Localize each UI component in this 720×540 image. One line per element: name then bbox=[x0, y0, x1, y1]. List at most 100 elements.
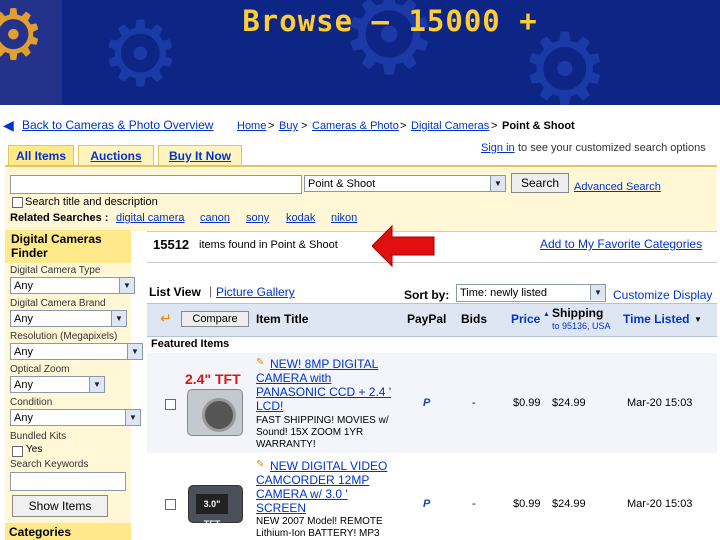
paypal-icon: P bbox=[423, 397, 431, 409]
item-bids: - bbox=[472, 498, 476, 510]
search-button[interactable]: Search bbox=[511, 173, 569, 193]
finder-field-label: Condition bbox=[10, 397, 53, 408]
tab-buy-it-now[interactable]: Buy It Now bbox=[158, 145, 242, 166]
picture-gallery-link[interactable]: Picture Gallery bbox=[216, 285, 295, 299]
optical-zoom-select[interactable]: Any ▼ bbox=[10, 376, 105, 393]
chevron-down-icon: ▼ bbox=[127, 344, 142, 359]
item-price: $0.99 bbox=[513, 498, 541, 510]
sign-in-link[interactable]: Sign in bbox=[481, 142, 515, 154]
item-title-link[interactable]: CAMCORDER 12MP bbox=[256, 473, 369, 487]
select-value: Any bbox=[14, 346, 33, 358]
featured-icon: ✎ bbox=[256, 357, 265, 368]
red-arrow-icon bbox=[372, 224, 435, 268]
related-search-link[interactable]: nikon bbox=[331, 212, 357, 224]
price-header[interactable]: Price bbox=[511, 312, 540, 326]
compare-button[interactable]: Compare bbox=[181, 311, 249, 327]
chevron-down-icon: ▼ bbox=[490, 176, 505, 191]
related-search-link[interactable]: digital camera bbox=[116, 212, 184, 224]
breadcrumb-digital-cameras[interactable]: Digital Cameras bbox=[411, 120, 489, 132]
resolution-select[interactable]: Any ▼ bbox=[10, 343, 143, 360]
time-listed-header[interactable]: Time Listed bbox=[623, 312, 689, 326]
select-value: Any bbox=[14, 412, 33, 424]
shipping-header: Shipping bbox=[552, 306, 604, 320]
breadcrumb-separator: > bbox=[491, 120, 498, 132]
paypal-icon: P bbox=[423, 498, 431, 510]
camera-type-select[interactable]: Any ▼ bbox=[10, 277, 135, 294]
compare-checkbox[interactable] bbox=[165, 499, 176, 510]
featured-icon: ✎ bbox=[256, 459, 265, 470]
chevron-down-icon: ▼ bbox=[119, 278, 134, 293]
camera-brand-select[interactable]: Any ▼ bbox=[10, 310, 127, 327]
sort-select[interactable]: Time: newly listed ▼ bbox=[456, 284, 606, 302]
featured-items-label: Featured Items bbox=[151, 338, 230, 350]
related-search-link[interactable]: canon bbox=[200, 212, 230, 224]
yes-label: Yes bbox=[26, 444, 43, 455]
breadcrumb-separator: > bbox=[400, 120, 407, 132]
back-arrow-icon[interactable]: ◀ bbox=[3, 117, 14, 134]
sign-in-text: to see your customized search options bbox=[518, 142, 706, 154]
related-search-link[interactable]: sony bbox=[246, 212, 269, 224]
select-value: Any bbox=[14, 313, 33, 325]
category-select-value: Point & Shoot bbox=[308, 178, 376, 190]
finder-title: Digital Cameras bbox=[11, 232, 102, 246]
compare-checkbox[interactable] bbox=[165, 399, 176, 410]
related-search-link[interactable]: kodak bbox=[286, 212, 315, 224]
select-value: Any bbox=[14, 379, 33, 391]
item-subtitle: NEW 2007 Model! REMOTE bbox=[256, 516, 383, 527]
breadcrumb-cameras-photo[interactable]: Cameras & Photo bbox=[312, 120, 399, 132]
chevron-down-icon: ▼ bbox=[111, 311, 126, 326]
tab-auctions[interactable]: Auctions bbox=[78, 145, 154, 166]
chevron-down-icon: ▼ bbox=[125, 410, 140, 425]
results-count: 15512 bbox=[153, 237, 190, 252]
select-value: Any bbox=[14, 280, 33, 292]
item-bids: - bbox=[472, 397, 476, 409]
item-title-link[interactable]: CAMERA with bbox=[256, 371, 331, 385]
finder-field-label: Resolution (Megapixels) bbox=[10, 331, 118, 342]
finder-field-label: Digital Camera Type bbox=[10, 265, 101, 276]
sort-select-value: Time: newly listed bbox=[460, 287, 548, 299]
search-input[interactable] bbox=[10, 175, 302, 194]
compare-arrow-icon: ↵ bbox=[160, 310, 172, 326]
item-subtitle: Lithium-Ion BATTERY! MP3 bbox=[256, 528, 380, 539]
shipping-to-link[interactable]: to 95136, USA bbox=[552, 321, 611, 331]
list-view-label: List View bbox=[149, 285, 201, 299]
search-title-desc-checkbox[interactable] bbox=[12, 197, 23, 208]
item-title-link[interactable]: SCREEN bbox=[256, 501, 306, 515]
bundled-kits-label: Bundled Kits bbox=[10, 431, 67, 442]
item-title-header: Item Title bbox=[256, 312, 309, 326]
camera-thumbnail[interactable] bbox=[187, 389, 243, 436]
sort-arrow-icon: ▼ bbox=[694, 315, 702, 324]
finder-title: Finder bbox=[11, 246, 48, 260]
breadcrumb-current: Point & Shoot bbox=[502, 120, 575, 132]
add-favorite-link[interactable]: Add to My Favorite Categories bbox=[540, 237, 702, 251]
sort-arrow-icon: ▲ bbox=[543, 311, 550, 318]
breadcrumb-home[interactable]: Home bbox=[237, 120, 266, 132]
results-found-text: items found in Point & Shoot bbox=[199, 239, 338, 251]
chevron-down-icon: ▼ bbox=[590, 285, 605, 300]
back-link[interactable]: Back to Cameras & Photo Overview bbox=[22, 118, 213, 132]
slide-title: Browse – 15000 + bbox=[242, 4, 538, 38]
item-title-link[interactable]: PANASONIC CCD + 2.4 ' bbox=[256, 385, 391, 399]
item-title-link[interactable]: NEW DIGITAL VIDEO bbox=[270, 459, 387, 473]
bundled-kits-checkbox[interactable] bbox=[12, 446, 23, 457]
chevron-down-icon: ▼ bbox=[89, 377, 104, 392]
item-price: $0.99 bbox=[513, 397, 541, 409]
item-shipping: $24.99 bbox=[552, 397, 586, 409]
item-subtitle: FAST SHIPPING! MOVIES w/ bbox=[256, 415, 389, 426]
sort-by-label: Sort by: bbox=[404, 288, 450, 302]
condition-select[interactable]: Any ▼ bbox=[10, 409, 141, 426]
category-select[interactable]: Point & Shoot ▼ bbox=[304, 175, 506, 192]
tab-all-items[interactable]: All Items bbox=[8, 145, 74, 166]
show-items-button[interactable]: Show Items bbox=[12, 495, 108, 517]
item-title-link[interactable]: LCD! bbox=[256, 399, 283, 413]
camcorder-thumbnail[interactable]: 3.0" TFT bbox=[188, 485, 243, 529]
customize-display-link[interactable]: Customize Display bbox=[613, 288, 712, 302]
item-title-link[interactable]: NEW! 8MP DIGITAL bbox=[270, 357, 378, 371]
ebay-screenshot: ◀ Back to Cameras & Photo Overview Home … bbox=[0, 105, 720, 540]
keywords-input[interactable] bbox=[10, 472, 126, 491]
item-subtitle: WARRANTY! bbox=[256, 439, 316, 450]
item-title-link[interactable]: CAMERA w/ 3.0 ' bbox=[256, 487, 348, 501]
search-title-desc-label: Search title and description bbox=[25, 196, 158, 208]
advanced-search-link[interactable]: Advanced Search bbox=[574, 181, 661, 193]
breadcrumb-buy[interactable]: Buy bbox=[279, 120, 298, 132]
